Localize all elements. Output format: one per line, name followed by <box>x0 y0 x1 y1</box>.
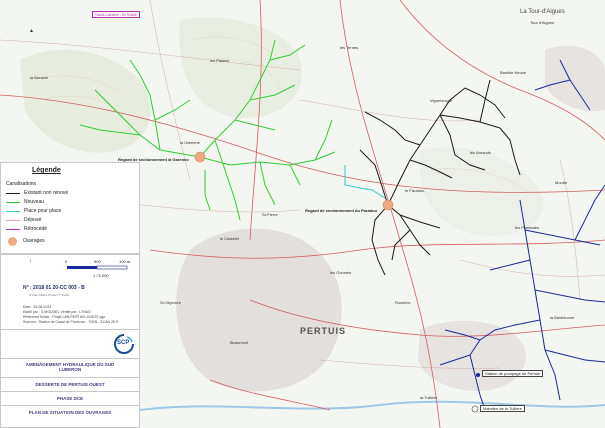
place-name: Vignelongue <box>430 98 453 103</box>
ouvrage-label-paradou: Regard de sectionnement du Paradou <box>305 208 378 213</box>
legend-swatch <box>6 192 20 194</box>
divider <box>1 405 139 406</box>
plan-number: N° : 2018 01 20-CC 003 - B <box>23 285 85 291</box>
legend-dot-icon <box>8 236 17 246</box>
scale-label-500: 500 <box>94 259 101 264</box>
title-amenagement: AMENAGEMENT HYDRAULIQUE DU SUD LUBERON <box>25 362 115 372</box>
legend-item-existant: Existant non rénové <box>6 189 68 197</box>
callout-tuiliere: Maintien de la Tuilière <box>480 405 525 412</box>
place-name: la Bastidonne <box>550 315 575 320</box>
legend-item-depose: Déposé <box>6 216 41 224</box>
place-name: les Arnauds <box>470 150 491 155</box>
title-block: ↑ 0 500 100 m 1 / 5 000 N° : 2018 01 20-… <box>0 254 140 428</box>
info-etabli-par: Etabli par : G.MOUGEL Vérifié par : LTHA… <box>23 310 91 314</box>
place-name: les Plantades <box>515 225 540 230</box>
cartouche-north-icon: ↑ <box>29 259 32 265</box>
divider <box>1 377 139 378</box>
north-arrow-icon: ▲ <box>29 28 34 34</box>
legend-item-label: Déposé <box>24 217 42 223</box>
place-name: St-Sépulcre <box>160 300 181 305</box>
scale-label-100m: 100 m <box>119 259 131 264</box>
info-reference: Référence fichier : Projet LAN-PERTUIS-O… <box>23 315 106 319</box>
info-sources: Sources : Station de Canal de Provence -… <box>23 320 119 324</box>
place-name: Moutte <box>555 180 568 185</box>
info-date: Date : 05-08-2023 <box>23 305 52 309</box>
title-phase: PHASE DCE <box>56 396 84 401</box>
legend-swatch <box>6 228 20 230</box>
legend-item-nouveau: Nouveau <box>6 198 44 206</box>
callout-station-pompage: Station de pompage de Pertuis <box>482 370 543 377</box>
urban-area <box>176 228 342 392</box>
legend-subtitle: Canalisations <box>6 181 37 187</box>
legend-item-label: Ouvrages <box>23 238 45 244</box>
scp-logo: SCP <box>113 333 135 355</box>
place-name: Bastide Neuve <box>500 70 527 75</box>
legend-item-label: Nouveau <box>24 199 45 205</box>
legend-swatch <box>6 219 20 221</box>
divider <box>1 391 139 392</box>
place-name: la Tuilière <box>420 395 438 400</box>
scale-bar <box>67 265 128 270</box>
legend-item-label: Rétrocédé <box>24 226 48 232</box>
place-name: le Paradou <box>405 188 425 193</box>
place-name: les Plaines <box>210 58 230 63</box>
place-name: les Ternes <box>340 45 359 50</box>
place-name: la Boraine <box>30 75 49 80</box>
top-box-label: Saint-Lazaire - Bl Soleil <box>92 11 140 18</box>
place-top-right: La Tour-d'Aigues <box>520 9 565 15</box>
legend-item-place-pour-place: Place pour place <box>6 207 61 215</box>
scale-label-0: 0 <box>65 259 68 264</box>
place-name: St-Pierre <box>262 212 278 217</box>
legend-swatch <box>6 210 20 212</box>
place-name: le Castelet <box>220 236 239 241</box>
title-desserte: DESSERTE DE PERTUIS OUEST <box>35 382 105 387</box>
legend-item-label: Place pour place <box>24 208 62 214</box>
station-pompage-marker[interactable] <box>476 373 480 377</box>
legend-title: Légende <box>32 167 61 174</box>
legend-item-ouvrages: Ouvrages <box>6 236 45 246</box>
place-name: Tour d'Aigues <box>530 20 555 25</box>
legend-item-label: Existant non rénové <box>24 190 69 196</box>
tuiliere-marker[interactable] <box>471 405 479 413</box>
ouvrage-paradou-marker[interactable] <box>382 199 394 211</box>
scp-logo-text: SCP <box>117 340 130 346</box>
place-name: Beaumont <box>230 340 249 345</box>
place-name: la Garenne <box>180 140 200 145</box>
place-center-label: PERTUIS <box>300 326 347 336</box>
place-name: les Gonnets <box>330 270 352 275</box>
title-plan: PLAN DE SITUATION DES OUVRAGES <box>28 410 112 415</box>
divider <box>1 329 139 330</box>
place-name: Roseline <box>395 300 411 305</box>
divider <box>1 358 139 359</box>
legend-swatch <box>6 201 20 203</box>
legend-panel: Légende Canalisations Existant non rénov… <box>0 162 140 254</box>
scale-ratio: 1 / 5 000 <box>93 273 109 278</box>
ouvrage-la-garenne-marker[interactable] <box>194 151 206 163</box>
map-page: Saint-Lazaire - Bl Soleil La Tour-d'Aigu… <box>0 0 605 428</box>
legend-item-retrocede: Rétrocédé <box>6 225 47 233</box>
plan-number-caption: N°plan Affaire Phase N° Indice <box>29 293 70 297</box>
